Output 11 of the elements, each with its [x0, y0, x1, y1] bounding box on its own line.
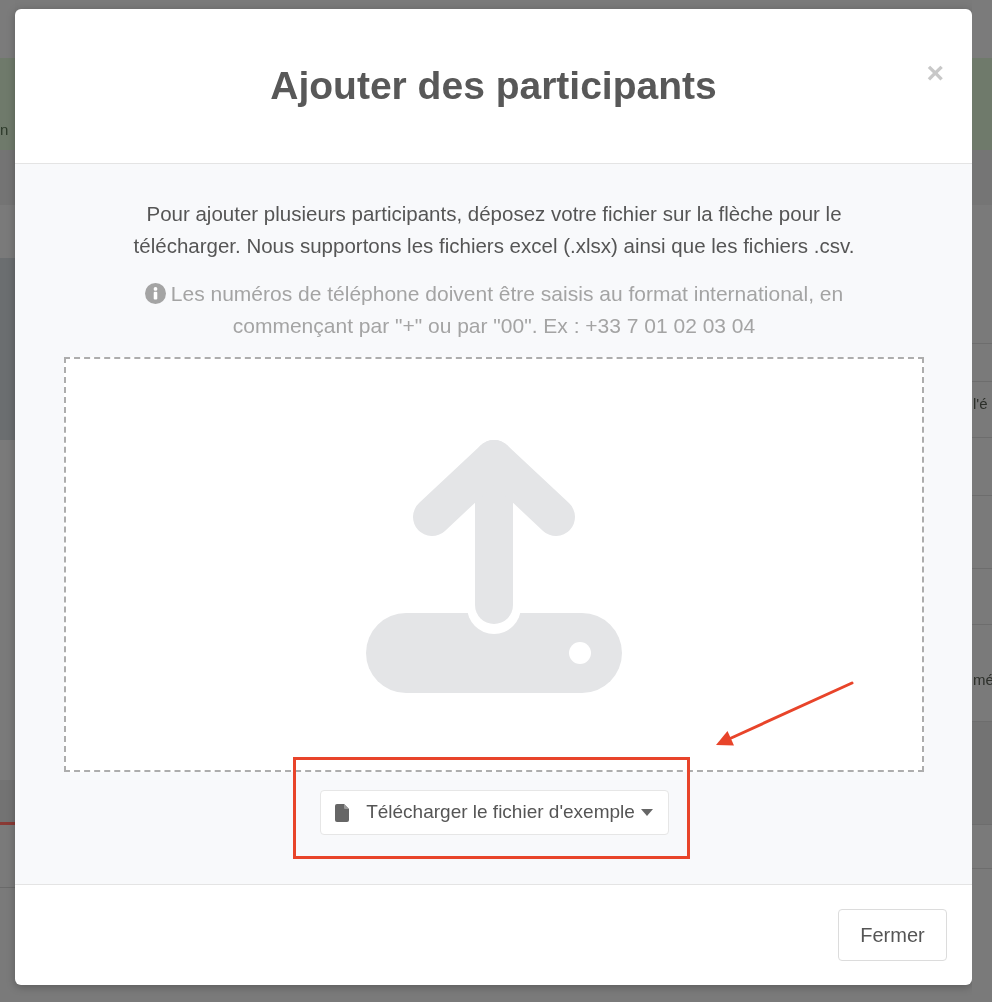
dialog-title: Ajouter des participants: [270, 62, 717, 109]
download-sample-button[interactable]: Télécharger le fichier d'exemple: [319, 790, 669, 835]
caret-icon: [640, 809, 653, 816]
instructions-text: Pour ajouter plusieurs participants, déposez votre fichier sur la flèche pour le télécharger. Nous supportons les fichiers excel (.xlsx) ainsi que les fichiers .csv.: [132, 201, 856, 259]
backdrop-text: n: [0, 120, 9, 140]
file-icon: [335, 803, 350, 822]
info-icon: [144, 283, 166, 304]
drop-zone[interactable]: [64, 357, 924, 772]
backdrop-text: l'é: [972, 394, 988, 414]
close-dialog-button[interactable]: Fermer: [838, 909, 947, 961]
phone-format-note: Les numéros de téléphone doivent être saisis au format international, en commençant par "+" ou par "00". Ex : +33 7 01 02 03 04: [170, 282, 844, 337]
